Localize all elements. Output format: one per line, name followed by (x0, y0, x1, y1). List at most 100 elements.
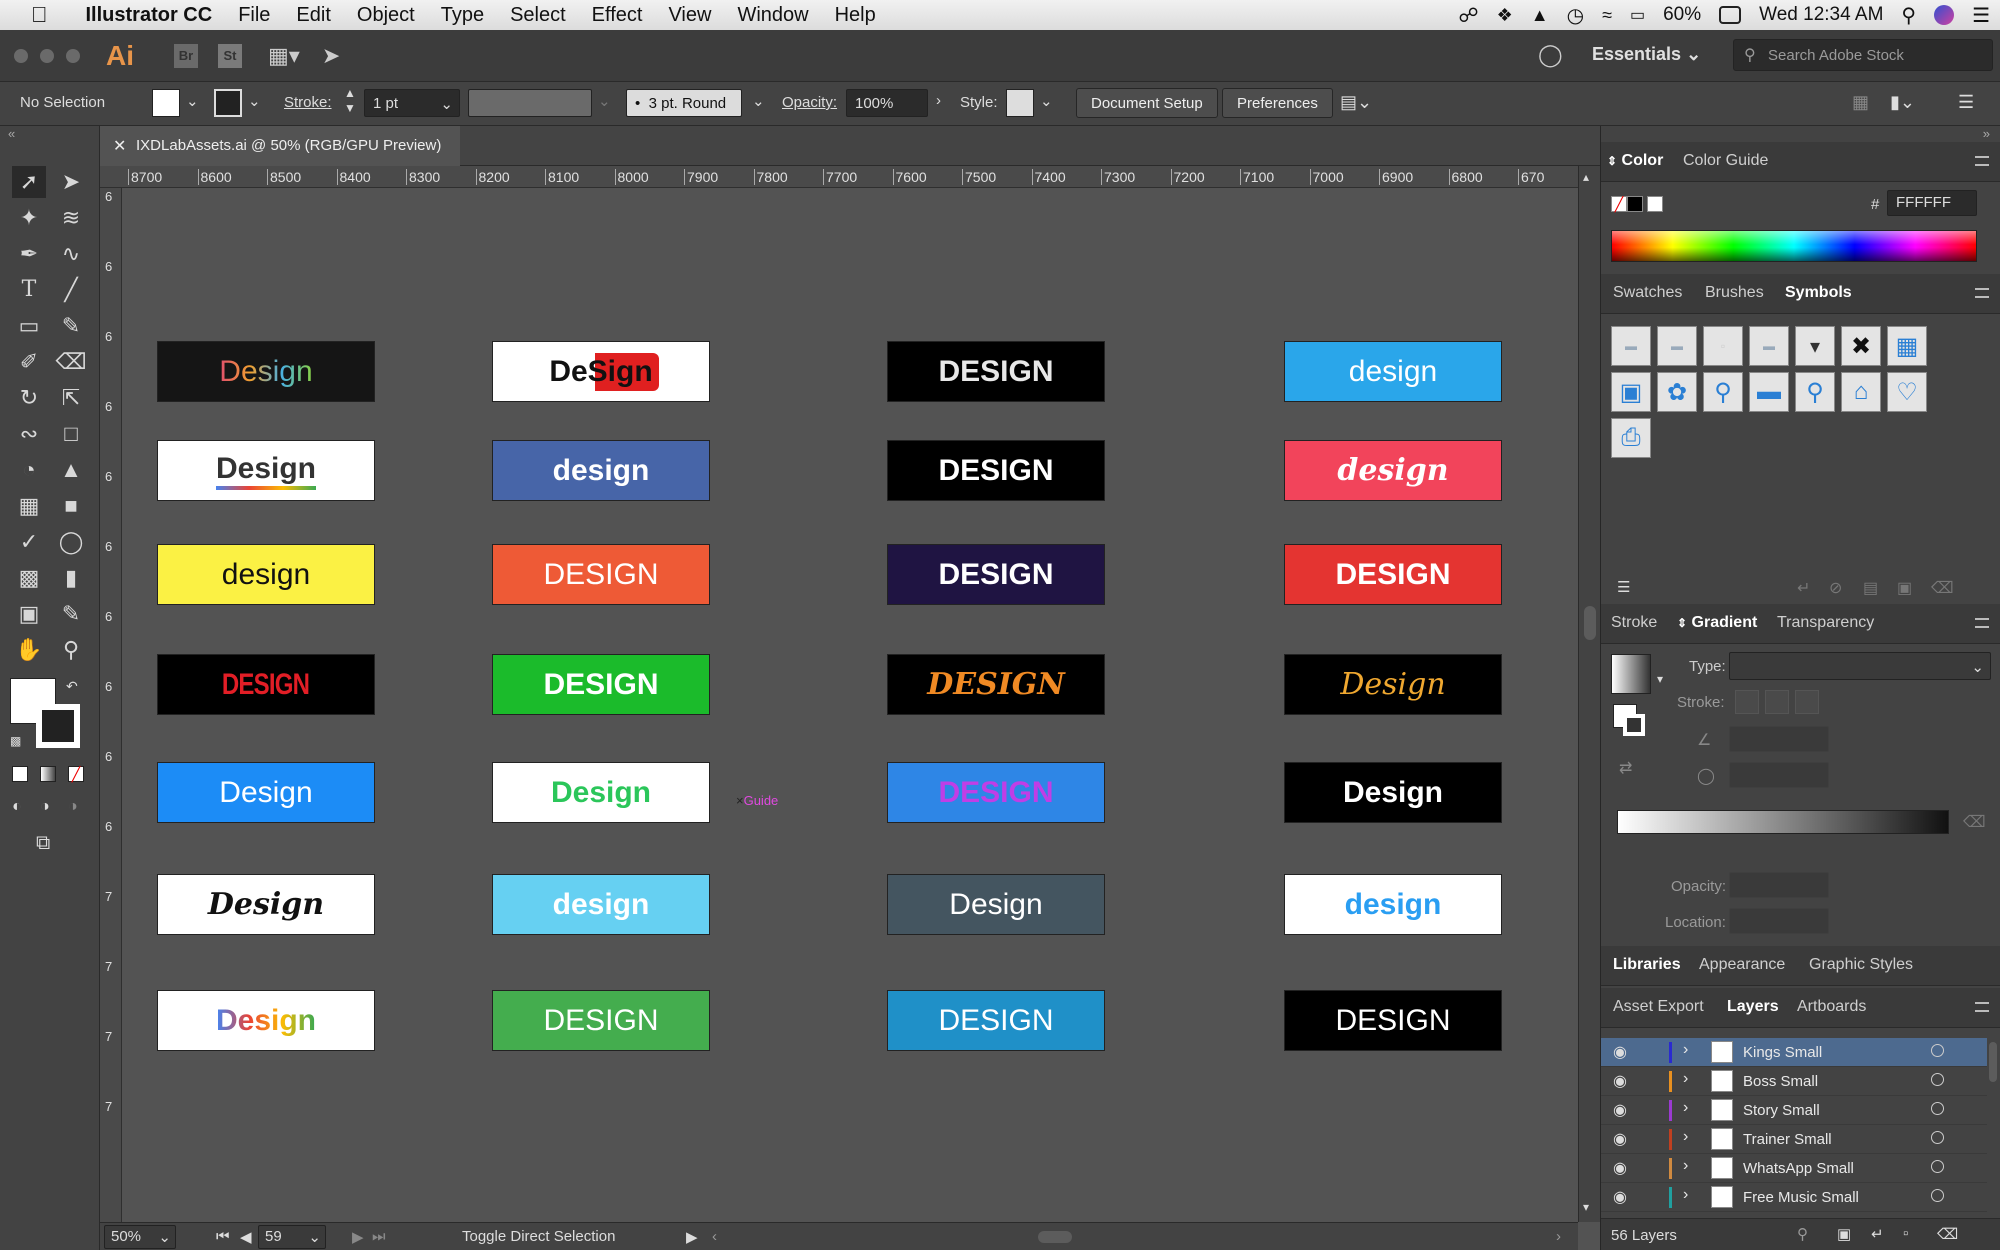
black-swatch[interactable] (1627, 196, 1643, 212)
visibility-eye-icon[interactable]: ◉ (1613, 1042, 1627, 1062)
curvature-tool-icon[interactable]: ∿ (54, 238, 88, 270)
tab-graphic-styles[interactable]: Graphic Styles (1809, 956, 1913, 974)
logo-card[interactable]: design (1284, 440, 1502, 501)
symbol-button-1[interactable]: ▬ (1611, 326, 1651, 366)
dropbox-icon[interactable]: ❖ (1497, 5, 1513, 26)
logo-card[interactable]: DESIGN (492, 654, 710, 715)
logo-card[interactable]: Design (157, 874, 375, 935)
properties-icon[interactable]: ▮⌄ (1890, 92, 1915, 113)
symbol-printer-icon[interactable]: ⎙ (1611, 418, 1651, 458)
logo-card[interactable]: DESIGN (492, 544, 710, 605)
delete-layer-icon[interactable]: ⌫ (1937, 1225, 1958, 1243)
zoom-tool-icon[interactable]: ⚲ (54, 634, 88, 666)
line-tool-icon[interactable]: ╱ (54, 274, 88, 306)
reverse-gradient-icon[interactable]: ⇄ (1619, 758, 1632, 778)
logo-card[interactable]: DESIGN (887, 341, 1105, 402)
layer-row[interactable]: ◉ › Story Small (1601, 1096, 1987, 1125)
layer-target-icon[interactable] (1931, 1160, 1944, 1173)
eraser-tool-icon[interactable]: ⌫ (54, 346, 88, 378)
logo-card[interactable]: Design (157, 440, 375, 501)
tab-appearance[interactable]: Appearance (1699, 956, 1785, 974)
scroll-down-icon[interactable]: ▾ (1583, 1200, 1589, 1214)
profile-dropdown-icon[interactable]: ⌄ (598, 92, 611, 110)
swap-fill-stroke-icon[interactable]: ↶ (66, 678, 78, 695)
tab-color[interactable]: ⇕ Color (1607, 152, 1663, 170)
width-tool-icon[interactable]: ∾ (12, 418, 46, 450)
stroke-weight-input[interactable]: 1 pt ⌄ (364, 89, 460, 117)
lasso-tool-icon[interactable]: ≋ (54, 202, 88, 234)
stroke-gradient-within-icon[interactable] (1735, 690, 1759, 714)
status-menu-icon[interactable]: ▶ (686, 1228, 698, 1246)
collapse-icon[interactable]: « (8, 126, 15, 141)
tab-color-guide[interactable]: Color Guide (1683, 152, 1768, 170)
panel-menu-icon[interactable] (1975, 156, 1989, 166)
zoom-select[interactable]: 50% ⌄ (104, 1225, 176, 1249)
panel-menu-icon[interactable] (1975, 1002, 1989, 1012)
artboard-tool-icon[interactable]: ▣ (12, 598, 46, 630)
logo-card[interactable]: Design (157, 990, 375, 1051)
visibility-eye-icon[interactable]: ◉ (1613, 1129, 1627, 1149)
gradient-opacity-input[interactable] (1729, 872, 1829, 898)
new-symbol-icon[interactable]: ▣ (1897, 578, 1912, 598)
menu-type[interactable]: Type (428, 4, 497, 27)
battery-icon[interactable] (1719, 6, 1742, 24)
brush-definition[interactable]: • 3 pt. Round (626, 89, 742, 117)
stroke-gradient-along-icon[interactable] (1765, 690, 1789, 714)
gradient-type-select[interactable]: ⌄ (1729, 652, 1991, 680)
pen-tool-icon[interactable]: ✒ (12, 238, 46, 270)
scroll-left-icon[interactable]: ‹ (712, 1228, 717, 1245)
close-icon[interactable]: ✕ (113, 136, 126, 156)
arrange-documents-icon[interactable]: ▦▾ (268, 43, 300, 69)
color-mode-icon[interactable] (12, 766, 28, 782)
expand-layer-icon[interactable]: › (1683, 1041, 1688, 1059)
default-colors-icon[interactable]: ▩ (10, 734, 21, 748)
break-link-icon[interactable]: ⊘ (1829, 578, 1842, 598)
visibility-eye-icon[interactable]: ◉ (1613, 1100, 1627, 1120)
symbol-search-icon[interactable]: ⚲ (1703, 372, 1743, 412)
logo-card[interactable]: DESIGN (887, 762, 1105, 823)
document-tab[interactable]: ✕ IXDLabAssets.ai @ 50% (RGB/GPU Preview… (100, 126, 460, 166)
app-menu[interactable]: Illustrator CC (73, 4, 226, 27)
layer-row[interactable]: ◉ › Free Music Small (1601, 1183, 1987, 1212)
variable-width-profile[interactable] (468, 89, 592, 117)
tab-asset-export[interactable]: Asset Export (1613, 998, 1704, 1016)
layer-target-icon[interactable] (1931, 1189, 1944, 1202)
column-graph-tool-icon[interactable]: ▮ (54, 562, 88, 594)
artboard-canvas[interactable]: Design DeSign DESIGN design Design design DESI… (122, 188, 1578, 1228)
expand-layer-icon[interactable]: › (1683, 1128, 1688, 1146)
symbol-slider[interactable]: ▬ (1749, 326, 1789, 366)
brush-dropdown-icon[interactable]: ⌄ (752, 92, 765, 110)
chevron-down-icon[interactable]: ▾ (1657, 672, 1663, 686)
clock[interactable]: Wed 12:34 AM (1759, 4, 1883, 26)
magic-wand-tool-icon[interactable]: ✦ (12, 202, 46, 234)
align-panel-icon[interactable]: ▦ (1852, 92, 1869, 113)
logo-card[interactable]: DESIGN (887, 440, 1105, 501)
menu-window[interactable]: Window (724, 4, 821, 27)
eyedropper-tool-icon[interactable]: ✓ (12, 526, 46, 558)
gradient-tool-icon[interactable]: ■ (54, 490, 88, 522)
gradient-preview[interactable] (1611, 654, 1651, 694)
fill-dropdown-icon[interactable]: ⌄ (186, 92, 199, 110)
lightbulb-icon[interactable]: ◯ (1538, 42, 1563, 68)
expand-layer-icon[interactable]: › (1683, 1157, 1688, 1175)
logo-card[interactable]: DESIGN (887, 544, 1105, 605)
gradient-stroke-box[interactable] (1623, 714, 1645, 736)
siri-icon[interactable] (1934, 5, 1955, 25)
scroll-up-icon[interactable]: ▴ (1583, 170, 1589, 184)
first-artboard-icon[interactable]: ⏮ (216, 1228, 230, 1245)
symbol-button-3[interactable]: ▫ (1703, 326, 1743, 366)
logo-card[interactable]: Design (1284, 654, 1502, 715)
visibility-eye-icon[interactable]: ◉ (1613, 1071, 1627, 1091)
new-sublayer-icon[interactable]: ↵ (1871, 1225, 1884, 1243)
opacity-label[interactable]: Opacity: (782, 94, 837, 111)
horizontal-ruler[interactable]: 8700 8600 8500 8400 8300 8200 8100 8000 7900 7800… (100, 166, 1578, 188)
selection-tool-icon[interactable]: ➚ (12, 166, 46, 198)
mesh-tool-icon[interactable]: ▦ (12, 490, 46, 522)
drive-icon[interactable]: ▲ (1531, 5, 1549, 26)
tab-artboards[interactable]: Artboards (1797, 998, 1866, 1016)
layers-scrollbar-thumb[interactable] (1989, 1042, 1997, 1082)
layer-target-icon[interactable] (1931, 1044, 1944, 1057)
scroll-right-icon[interactable]: › (1556, 1228, 1561, 1245)
perspective-grid-tool-icon[interactable]: ▲ (54, 454, 88, 486)
symbol-button-2[interactable]: ▬ (1657, 326, 1697, 366)
